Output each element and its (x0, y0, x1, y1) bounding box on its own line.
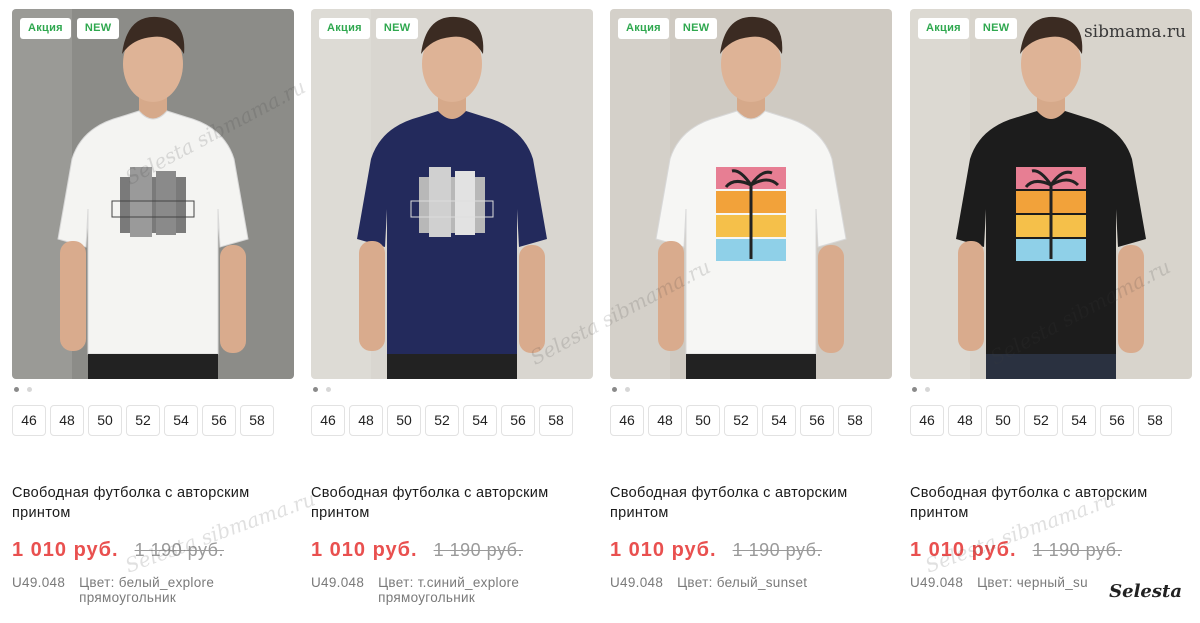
size-option-58[interactable]: 58 (240, 405, 274, 436)
price-block: 1 010 руб. 1 190 руб. (311, 539, 593, 565)
new-badge: NEW (375, 18, 419, 39)
product-card[interactable]: Акция NEW 46 48 50 52 54 56 58 Свободная… (12, 9, 294, 605)
product-card[interactable]: Акция NEW 46 48 50 52 54 56 58 Свободная… (910, 9, 1192, 590)
size-selector: 46 48 50 52 54 56 58 (910, 405, 1192, 436)
sale-badge: Акция (618, 18, 669, 39)
sale-badge: Акция (20, 18, 71, 39)
product-photo[interactable]: Акция NEW (311, 9, 593, 379)
gallery-dot[interactable] (912, 387, 917, 392)
gallery-dot[interactable] (313, 387, 318, 392)
badges: Акция NEW (918, 18, 1018, 39)
size-option-54[interactable]: 54 (164, 405, 198, 436)
size-option-56[interactable]: 56 (501, 405, 535, 436)
badges: Акция NEW (319, 18, 419, 39)
gallery-dots (313, 387, 593, 393)
size-option-46[interactable]: 46 (311, 405, 345, 436)
gallery-dot[interactable] (612, 387, 617, 392)
size-selector: 46 48 50 52 54 56 58 (610, 405, 892, 436)
size-option-56[interactable]: 56 (1100, 405, 1134, 436)
article-number: U49.048 (910, 575, 964, 590)
product-title[interactable]: Свободная футболка с авторским принтом (610, 483, 892, 525)
size-option-54[interactable]: 54 (463, 405, 497, 436)
new-badge: NEW (674, 18, 718, 39)
product-photo[interactable]: Акция NEW (12, 9, 294, 379)
product-photo[interactable]: Акция NEW (610, 9, 892, 379)
product-card[interactable]: Акция NEW 46 48 50 52 54 56 58 Свободная… (311, 9, 593, 605)
product-title[interactable]: Свободная футболка с авторским принтом (910, 483, 1192, 525)
brand-signature-watermark: Selesta (1109, 581, 1182, 602)
model-image (12, 9, 294, 379)
size-option-46[interactable]: 46 (910, 405, 944, 436)
size-option-58[interactable]: 58 (1138, 405, 1172, 436)
size-option-52[interactable]: 52 (425, 405, 459, 436)
color-label: Цвет: белый_explore прямоугольник (79, 575, 215, 605)
size-option-50[interactable]: 50 (686, 405, 720, 436)
size-option-52[interactable]: 52 (126, 405, 160, 436)
current-price: 1 010 руб. (12, 539, 119, 561)
size-option-48[interactable]: 48 (50, 405, 84, 436)
current-price: 1 010 руб. (311, 539, 418, 561)
old-price: 1 190 руб. (1032, 540, 1122, 560)
gallery-dot[interactable] (925, 387, 930, 392)
size-option-48[interactable]: 48 (349, 405, 383, 436)
size-option-52[interactable]: 52 (1024, 405, 1058, 436)
model-image (910, 9, 1192, 379)
current-price: 1 010 руб. (610, 539, 717, 561)
product-grid: Акция NEW 46 48 50 52 54 56 58 Свободная… (0, 0, 1200, 623)
product-photo[interactable]: Акция NEW (910, 9, 1192, 379)
size-option-52[interactable]: 52 (724, 405, 758, 436)
size-option-54[interactable]: 54 (1062, 405, 1096, 436)
size-option-56[interactable]: 56 (202, 405, 236, 436)
sale-badge: Акция (319, 18, 370, 39)
gallery-dot[interactable] (326, 387, 331, 392)
gallery-dots (612, 387, 892, 393)
product-meta: U49.048 Цвет: белый_sunset (610, 575, 892, 590)
color-label: Цвет: белый_sunset (677, 575, 808, 590)
new-badge: NEW (76, 18, 120, 39)
product-meta: U49.048 Цвет: белый_explore прямоугольни… (12, 575, 294, 605)
new-badge: NEW (974, 18, 1018, 39)
price-block: 1 010 руб. 1 190 руб. (610, 539, 892, 565)
size-option-50[interactable]: 50 (387, 405, 421, 436)
product-title[interactable]: Свободная футболка с авторским принтом (12, 483, 294, 525)
size-option-48[interactable]: 48 (648, 405, 682, 436)
color-label: Цвет: т.синий_explore прямоугольник (378, 575, 520, 605)
size-option-46[interactable]: 46 (12, 405, 46, 436)
article-number: U49.048 (610, 575, 664, 590)
size-option-58[interactable]: 58 (838, 405, 872, 436)
sale-badge: Акция (918, 18, 969, 39)
size-option-46[interactable]: 46 (610, 405, 644, 436)
site-logo-watermark: sibmama.ru (1083, 22, 1186, 42)
badges: Акция NEW (618, 18, 718, 39)
size-selector: 46 48 50 52 54 56 58 (12, 405, 294, 436)
gallery-dots (912, 387, 1192, 393)
size-option-58[interactable]: 58 (539, 405, 573, 436)
article-number: U49.048 (311, 575, 365, 590)
product-card[interactable]: Акция NEW 46 48 50 52 54 56 58 Свободная… (610, 9, 892, 590)
size-option-50[interactable]: 50 (986, 405, 1020, 436)
price-block: 1 010 руб. 1 190 руб. (12, 539, 294, 565)
gallery-dot[interactable] (27, 387, 32, 392)
size-selector: 46 48 50 52 54 56 58 (311, 405, 593, 436)
badges: Акция NEW (20, 18, 120, 39)
article-number: U49.048 (12, 575, 66, 590)
gallery-dot[interactable] (14, 387, 19, 392)
gallery-dots (14, 387, 294, 393)
product-title[interactable]: Свободная футболка с авторским принтом (311, 483, 593, 525)
size-option-50[interactable]: 50 (88, 405, 122, 436)
old-price: 1 190 руб. (134, 540, 224, 560)
product-meta: U49.048 Цвет: т.синий_explore прямоуголь… (311, 575, 593, 605)
model-image (610, 9, 892, 379)
size-option-54[interactable]: 54 (762, 405, 796, 436)
old-price: 1 190 руб. (732, 540, 822, 560)
size-option-48[interactable]: 48 (948, 405, 982, 436)
old-price: 1 190 руб. (433, 540, 523, 560)
price-block: 1 010 руб. 1 190 руб. (910, 539, 1192, 565)
gallery-dot[interactable] (625, 387, 630, 392)
current-price: 1 010 руб. (910, 539, 1017, 561)
size-option-56[interactable]: 56 (800, 405, 834, 436)
model-image (311, 9, 593, 379)
